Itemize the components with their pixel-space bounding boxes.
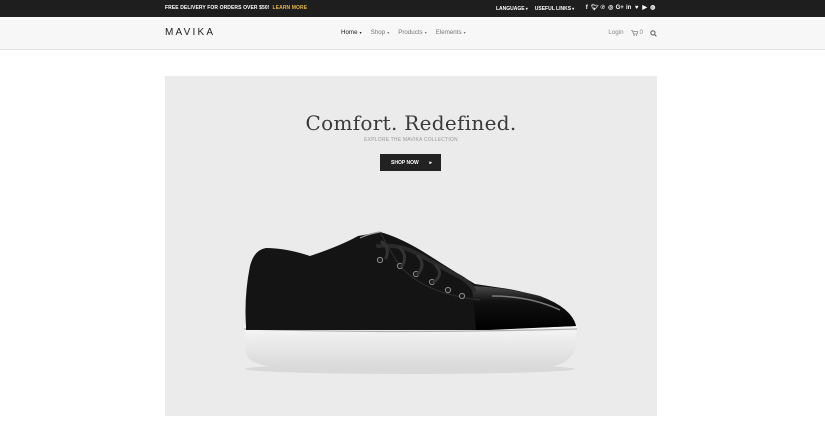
social-links: f 🐦︎ ℗ ◎ G+ in ♥ ▶ ◍ [583,0,657,17]
chevron-down-icon: ▾ [386,30,390,35]
pinterest-icon[interactable]: ℗ [599,0,606,17]
useful-links-dropdown[interactable]: USEFUL LINKS ▾ [535,0,574,18]
learn-more-link[interactable]: LEARN MORE [273,5,308,11]
heart-icon[interactable]: ♥ [633,0,640,17]
nav-home-label: Home [341,29,358,36]
login-link[interactable]: Login [608,17,623,49]
top-bar: FREE DELIVERY FOR ORDERS OVER $50! LEARN … [0,0,825,17]
nav-home[interactable]: Home ▾ [341,17,362,49]
language-dropdown[interactable]: LANGUAGE ▾ [496,0,528,18]
twitter-icon[interactable]: 🐦︎ [591,0,599,17]
nav-elements-label: Elements [435,29,462,36]
nav-shop-label: Shop [370,29,386,36]
facebook-icon[interactable]: f [583,0,590,17]
instagram-icon[interactable]: ◎ [607,0,614,17]
sneaker-image [243,231,578,374]
promo-text: FREE DELIVERY FOR ORDERS OVER $50! [165,5,270,11]
chevron-down-icon: ▾ [462,30,466,35]
site-logo[interactable]: MAVIKA [165,17,215,49]
hero-subtitle: EXPLORE THE MAVIKA COLLECTION [364,137,458,143]
main-nav: Home ▾ Shop ▾ Products ▾ Elements ▾ [341,17,475,49]
useful-links-label: USEFUL LINKS [534,5,572,12]
promo-banner: FREE DELIVERY FOR ORDERS OVER $50! LEARN … [165,0,307,17]
shop-now-button[interactable]: SHOP NOW ▸ [380,154,441,171]
top-bar-right: LANGUAGE ▾ USEFUL LINKS ▾ f 🐦︎ ℗ ◎ G+ in… [496,0,657,17]
hero-title: Comfort. Redefined. [305,111,517,135]
chevron-right-icon: ▸ [429,159,432,166]
shop-now-label: SHOP NOW [391,159,419,166]
cart-icon [630,30,638,36]
cart-count: 0 [639,29,643,36]
language-label: LANGUAGE [496,5,525,12]
main-header: MAVIKA Home ▾ Shop ▾ Products ▾ Elements… [0,17,825,50]
youtube-icon[interactable]: ▶ [641,0,648,17]
dribbble-icon[interactable]: ◍ [649,0,656,17]
chevron-down-icon: ▾ [358,30,362,35]
header-actions: Login 0 [608,17,657,49]
search-icon[interactable] [650,29,657,37]
nav-products-label: Products [398,29,423,36]
nav-shop[interactable]: Shop ▾ [371,17,390,49]
nav-elements[interactable]: Elements ▾ [436,17,466,49]
google-plus-icon[interactable]: G+ [615,0,624,17]
linkedin-icon[interactable]: in [625,0,632,17]
hero-banner: Comfort. Redefined. EXPLORE THE MAVIKA C… [165,76,657,416]
nav-products[interactable]: Products ▾ [398,17,427,49]
chevron-down-icon: ▾ [423,30,427,35]
cart-button[interactable]: 0 [630,17,643,49]
